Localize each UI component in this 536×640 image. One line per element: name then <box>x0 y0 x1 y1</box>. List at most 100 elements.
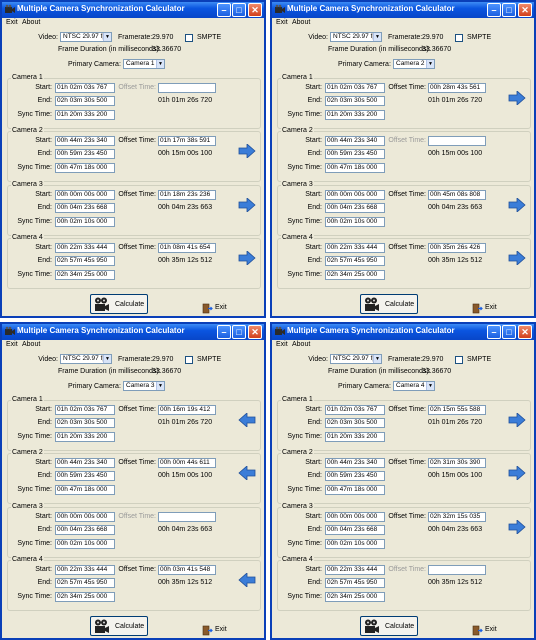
offset-time-field[interactable]: 00h 45m 08s 808 <box>428 190 486 200</box>
start-time-field[interactable]: 00h 00m 00s 000 <box>325 190 385 200</box>
menu-about[interactable]: About <box>292 19 310 26</box>
offset-time-field[interactable]: 00h 16m 19s 412 <box>158 405 216 415</box>
offset-time-field[interactable]: 00h 28m 43s 561 <box>428 83 486 93</box>
sync-time-field[interactable]: 00h 47m 18s 000 <box>55 163 115 173</box>
offset-time-field[interactable]: 01h 18m 23s 236 <box>158 190 216 200</box>
arrow-right-icon[interactable] <box>508 250 526 266</box>
maximize-button[interactable]: □ <box>502 3 516 17</box>
offset-time-field[interactable]: 02h 31m 30s 390 <box>428 458 486 468</box>
start-time-field[interactable]: 00h 44m 23s 340 <box>325 136 385 146</box>
end-time-field[interactable]: 02h 03m 30s 500 <box>55 96 115 106</box>
minimize-button[interactable]: – <box>217 325 231 339</box>
menu-exit[interactable]: Exit <box>6 19 18 26</box>
offset-time-field[interactable]: 01h 17m 38s 591 <box>158 136 216 146</box>
sync-time-field[interactable]: 00h 02m 10s 000 <box>325 539 385 549</box>
menu-about[interactable]: About <box>22 19 40 26</box>
exit-button[interactable]: Exit <box>472 302 502 316</box>
arrow-right-icon[interactable] <box>508 465 526 481</box>
end-time-field[interactable]: 02h 57m 45s 950 <box>55 578 115 588</box>
sync-time-field[interactable]: 02h 34m 25s 000 <box>325 592 385 602</box>
start-time-field[interactable]: 00h 00m 00s 000 <box>325 512 385 522</box>
start-time-field[interactable]: 00h 00m 00s 000 <box>55 512 115 522</box>
arrow-right-icon[interactable] <box>508 197 526 213</box>
calculate-button[interactable]: Calculate <box>360 294 418 314</box>
offset-time-field[interactable] <box>428 136 486 146</box>
end-time-field[interactable]: 00h 59m 23s 450 <box>325 149 385 159</box>
sync-time-field[interactable]: 00h 02m 10s 000 <box>55 217 115 227</box>
arrow-left-icon[interactable] <box>238 572 256 588</box>
exit-button[interactable]: Exit <box>202 302 232 316</box>
offset-time-field[interactable] <box>158 512 216 522</box>
start-time-field[interactable]: 00h 22m 33s 444 <box>325 565 385 575</box>
video-select[interactable]: NTSC 29.97 fps ▼ <box>60 354 112 364</box>
arrow-right-icon[interactable] <box>508 519 526 535</box>
sync-time-field[interactable]: 01h 20m 33s 200 <box>55 110 115 120</box>
video-select[interactable]: NTSC 29.97 fps ▼ <box>330 354 382 364</box>
end-time-field[interactable]: 02h 57m 45s 950 <box>325 256 385 266</box>
arrow-right-icon[interactable] <box>238 197 256 213</box>
menu-exit[interactable]: Exit <box>276 19 288 26</box>
calculate-button[interactable]: Calculate <box>360 616 418 636</box>
minimize-button[interactable]: – <box>487 325 501 339</box>
offset-time-field[interactable]: 00h 03m 41s 548 <box>158 565 216 575</box>
close-button[interactable]: ✕ <box>518 325 532 339</box>
sync-time-field[interactable]: 02h 34m 25s 000 <box>55 592 115 602</box>
start-time-field[interactable]: 00h 22m 33s 444 <box>55 243 115 253</box>
smpte-checkbox[interactable] <box>455 356 463 364</box>
end-time-field[interactable]: 00h 04m 23s 668 <box>55 203 115 213</box>
sync-time-field[interactable]: 00h 47m 18s 000 <box>325 485 385 495</box>
arrow-right-icon[interactable] <box>508 412 526 428</box>
smpte-checkbox[interactable] <box>185 34 193 42</box>
start-time-field[interactable]: 00h 44m 23s 340 <box>55 136 115 146</box>
maximize-button[interactable]: □ <box>502 325 516 339</box>
end-time-field[interactable]: 00h 59m 23s 450 <box>325 471 385 481</box>
close-button[interactable]: ✕ <box>248 325 262 339</box>
offset-time-field[interactable] <box>158 83 216 93</box>
sync-time-field[interactable]: 02h 34m 25s 000 <box>55 270 115 280</box>
end-time-field[interactable]: 02h 03m 30s 500 <box>325 418 385 428</box>
start-time-field[interactable]: 01h 02m 03s 767 <box>55 83 115 93</box>
end-time-field[interactable]: 02h 57m 45s 950 <box>55 256 115 266</box>
offset-time-field[interactable] <box>428 565 486 575</box>
end-time-field[interactable]: 00h 59m 23s 450 <box>55 471 115 481</box>
arrow-left-icon[interactable] <box>238 412 256 428</box>
sync-time-field[interactable]: 01h 20m 33s 200 <box>55 432 115 442</box>
primary-camera-select[interactable]: Camera 3 ▼ <box>123 381 165 391</box>
start-time-field[interactable]: 01h 02m 03s 767 <box>325 83 385 93</box>
start-time-field[interactable]: 00h 44m 23s 340 <box>55 458 115 468</box>
primary-camera-select[interactable]: Camera 1 ▼ <box>123 59 165 69</box>
start-time-field[interactable]: 01h 02m 03s 767 <box>325 405 385 415</box>
arrow-right-icon[interactable] <box>238 143 256 159</box>
sync-time-field[interactable]: 00h 02m 10s 000 <box>55 539 115 549</box>
start-time-field[interactable]: 01h 02m 03s 767 <box>55 405 115 415</box>
minimize-button[interactable]: – <box>487 3 501 17</box>
minimize-button[interactable]: – <box>217 3 231 17</box>
arrow-left-icon[interactable] <box>238 465 256 481</box>
sync-time-field[interactable]: 00h 47m 18s 000 <box>325 163 385 173</box>
arrow-right-icon[interactable] <box>238 250 256 266</box>
menu-exit[interactable]: Exit <box>276 341 288 348</box>
close-button[interactable]: ✕ <box>518 3 532 17</box>
start-time-field[interactable]: 00h 22m 33s 444 <box>55 565 115 575</box>
primary-camera-select[interactable]: Camera 2 ▼ <box>393 59 435 69</box>
offset-time-field[interactable]: 02h 32m 15s 035 <box>428 512 486 522</box>
sync-time-field[interactable]: 01h 20m 33s 200 <box>325 110 385 120</box>
arrow-right-icon[interactable] <box>508 90 526 106</box>
end-time-field[interactable]: 00h 04m 23s 668 <box>55 525 115 535</box>
menu-exit[interactable]: Exit <box>6 341 18 348</box>
primary-camera-select[interactable]: Camera 4 ▼ <box>393 381 435 391</box>
offset-time-field[interactable]: 01h 08m 41s 654 <box>158 243 216 253</box>
end-time-field[interactable]: 00h 04m 23s 668 <box>325 525 385 535</box>
start-time-field[interactable]: 00h 00m 00s 000 <box>55 190 115 200</box>
offset-time-field[interactable]: 02h 15m 55s 588 <box>428 405 486 415</box>
video-select[interactable]: NTSC 29.97 fps ▼ <box>330 32 382 42</box>
menu-about[interactable]: About <box>292 341 310 348</box>
end-time-field[interactable]: 00h 04m 23s 668 <box>325 203 385 213</box>
calculate-button[interactable]: Calculate <box>90 616 148 636</box>
smpte-checkbox[interactable] <box>455 34 463 42</box>
calculate-button[interactable]: Calculate <box>90 294 148 314</box>
exit-button[interactable]: Exit <box>472 624 502 638</box>
maximize-button[interactable]: □ <box>232 3 246 17</box>
start-time-field[interactable]: 00h 22m 33s 444 <box>325 243 385 253</box>
end-time-field[interactable]: 02h 03m 30s 500 <box>55 418 115 428</box>
